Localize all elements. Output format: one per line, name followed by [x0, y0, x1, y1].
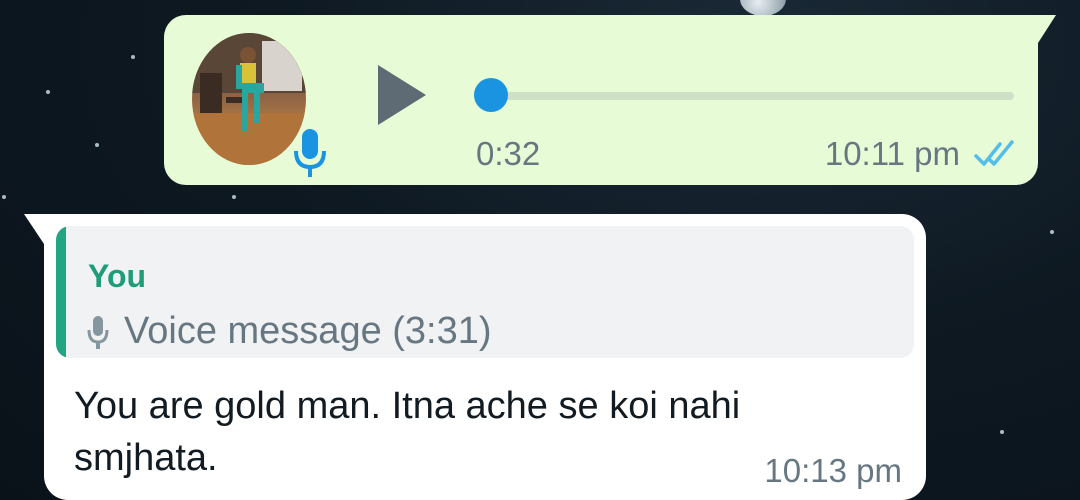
audio-duration: 0:32	[476, 135, 541, 172]
star	[1000, 430, 1004, 434]
message-text: You are gold man. Itna ache se koi nahi …	[74, 385, 741, 479]
bubble-tail	[1038, 15, 1056, 43]
quoted-message[interactable]: You Voice message (3:31)	[56, 226, 914, 358]
message-time: 10:13 pm	[764, 452, 902, 489]
audio-progress-track[interactable]	[480, 92, 1014, 100]
double-check-icon	[974, 138, 1018, 170]
quote-accent-bar	[56, 226, 66, 358]
star	[46, 90, 50, 94]
wallpaper-moon	[740, 0, 786, 16]
star	[95, 143, 99, 147]
star	[2, 195, 6, 199]
star	[1050, 230, 1054, 234]
outgoing-voice-message[interactable]: 0:32 10:11 pm	[164, 15, 1056, 185]
incoming-message[interactable]: You Voice message (3:31) You are gold ma…	[24, 214, 926, 500]
audio-progress-thumb[interactable]	[474, 78, 508, 112]
play-button[interactable]	[374, 63, 430, 127]
quoted-author: You	[88, 258, 147, 294]
mic-icon	[290, 125, 330, 181]
star	[232, 195, 236, 199]
play-icon	[378, 65, 426, 125]
mic-icon	[86, 314, 110, 352]
sender-avatar[interactable]	[192, 33, 326, 177]
bubble-tail	[24, 214, 44, 244]
avatar	[192, 33, 306, 165]
message-time: 10:11 pm	[824, 135, 960, 172]
quoted-preview: Voice message (3:31)	[124, 310, 492, 352]
star	[131, 55, 135, 59]
